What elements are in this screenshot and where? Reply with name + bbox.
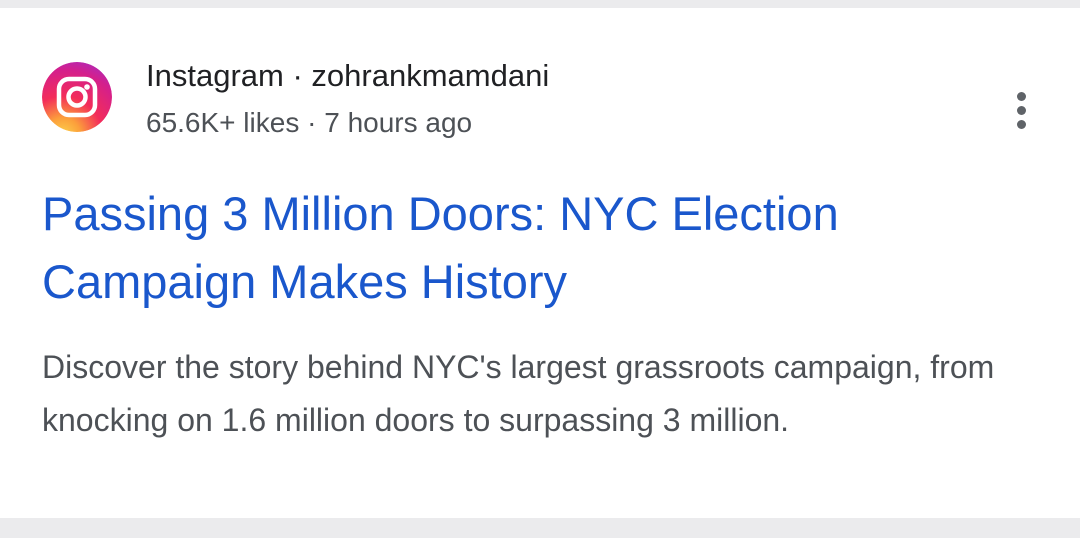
likes-count: 65.6K+ likes [146,107,300,138]
more-vert-icon [1017,120,1026,129]
more-options-button[interactable] [1002,90,1042,130]
more-vert-icon [1017,92,1026,101]
result-snippet: Discover the story behind NYC's largest … [42,349,995,438]
source-line: Instagram · zohrankmamdani [146,56,549,96]
source-name[interactable]: Instagram [146,58,284,93]
more-vert-icon [1017,106,1026,115]
meta-separator: · [307,107,317,138]
meta-line: 65.6K+ likes · 7 hours ago [146,105,472,141]
instagram-logo-icon[interactable] [42,62,112,132]
search-result-card: Instagram · zohrankmamdani 65.6K+ likes … [0,8,1080,518]
result-title-link[interactable]: Passing 3 Million Doors: NYC Election Ca… [42,180,1042,316]
account-name[interactable]: zohrankmamdani [311,58,549,93]
source-separator: · [292,58,303,93]
post-time: 7 hours ago [324,107,473,138]
